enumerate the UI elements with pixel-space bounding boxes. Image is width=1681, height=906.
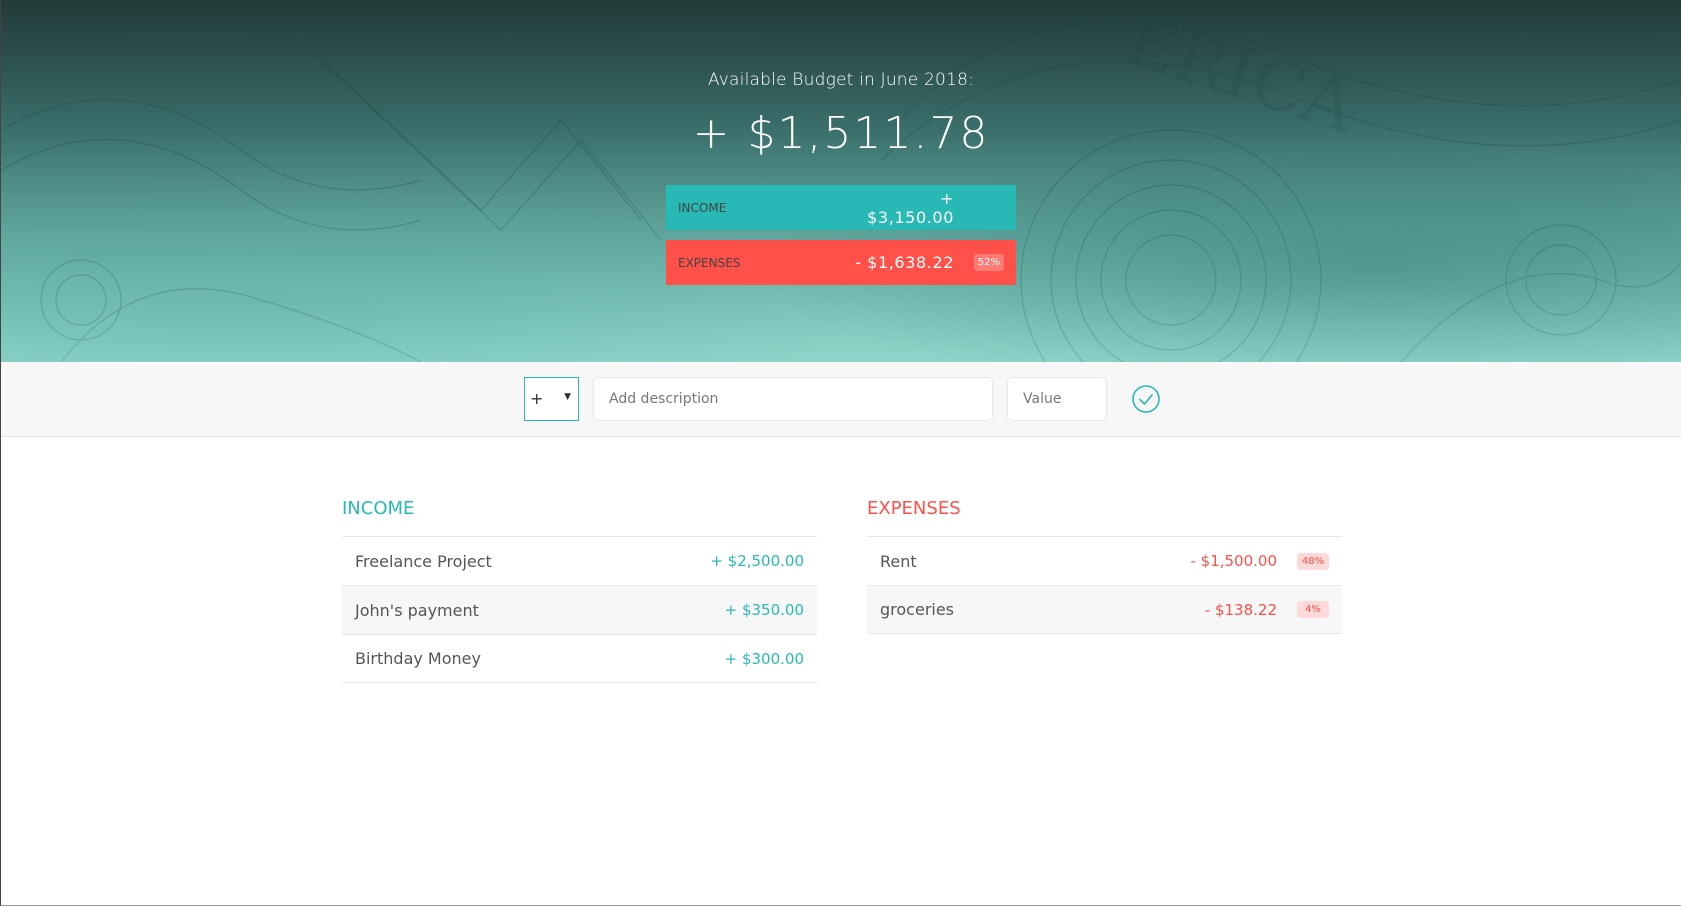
budget-expenses-percentage: 52%	[973, 254, 1004, 271]
budget-header: ERICA Available Budget in June 2018: + $…	[1, 0, 1681, 362]
budget-expenses-value: - $1,638.22	[855, 253, 954, 272]
budget-app: ERICA Available Budget in June 2018: + $…	[0, 0, 1681, 906]
item-description: Birthday Money	[355, 649, 481, 668]
income-item[interactable]: John's payment + $350.00	[342, 585, 817, 634]
item-percentage: 48%	[1297, 552, 1329, 570]
expenses-list-title: Expenses	[867, 498, 961, 519]
expenses-list: Expenses Rent - $1,500.00 48% groceries …	[867, 498, 1342, 683]
budget-income-row: Income + $3,150.00	[666, 185, 1016, 230]
check-circle-icon	[1132, 385, 1160, 413]
type-select-value: +	[530, 389, 544, 408]
income-items: Freelance Project + $2,500.00 John's pay…	[342, 536, 817, 683]
add-item-bar: + ▼	[1, 362, 1681, 437]
expenses-items: Rent - $1,500.00 48% groceries - $138.22…	[867, 536, 1342, 634]
item-value: - $138.22	[1204, 600, 1277, 619]
budget-summary: Available Budget in June 2018: + $1,511.…	[1, 70, 1681, 295]
item-percentage: 4%	[1297, 601, 1329, 618]
expense-item[interactable]: groceries - $138.22 4%	[867, 585, 1342, 634]
type-select[interactable]: + ▼	[524, 377, 579, 421]
item-description: John's payment	[355, 600, 479, 620]
item-description: Freelance Project	[355, 551, 492, 571]
value-input[interactable]	[1007, 377, 1107, 421]
income-list: Income Freelance Project + $2,500.00 Joh…	[342, 498, 817, 683]
budget-title: Available Budget in June 2018:	[707, 70, 975, 90]
income-item[interactable]: Birthday Money + $300.00	[342, 634, 817, 683]
add-item-form: + ▼	[524, 377, 1161, 421]
budget-expenses-label: Expenses	[678, 255, 741, 270]
item-value: + $2,500.00	[710, 552, 804, 570]
budget-expenses-percentage-slot: 52%	[954, 254, 1004, 271]
budget-income-value: + $3,150.00	[867, 188, 954, 227]
income-list-title: Income	[342, 498, 415, 519]
item-value: + $300.00	[724, 649, 804, 668]
item-value: + $350.00	[724, 601, 804, 619]
item-value: - $1,500.00	[1190, 552, 1277, 570]
item-description: groceries	[880, 600, 955, 619]
budget-expenses-row: Expenses - $1,638.22 52%	[666, 240, 1016, 285]
income-item[interactable]: Freelance Project + $2,500.00	[342, 536, 817, 585]
lists-container: Income Freelance Project + $2,500.00 Joh…	[342, 498, 1342, 683]
budget-value: + $1,511.78	[692, 108, 990, 159]
add-button[interactable]	[1131, 384, 1161, 414]
description-input[interactable]	[593, 377, 993, 421]
expense-item[interactable]: Rent - $1,500.00 48%	[867, 536, 1342, 585]
item-description: Rent	[880, 551, 917, 571]
budget-income-label: Income	[678, 200, 727, 215]
chevron-down-icon: ▼	[564, 392, 571, 402]
